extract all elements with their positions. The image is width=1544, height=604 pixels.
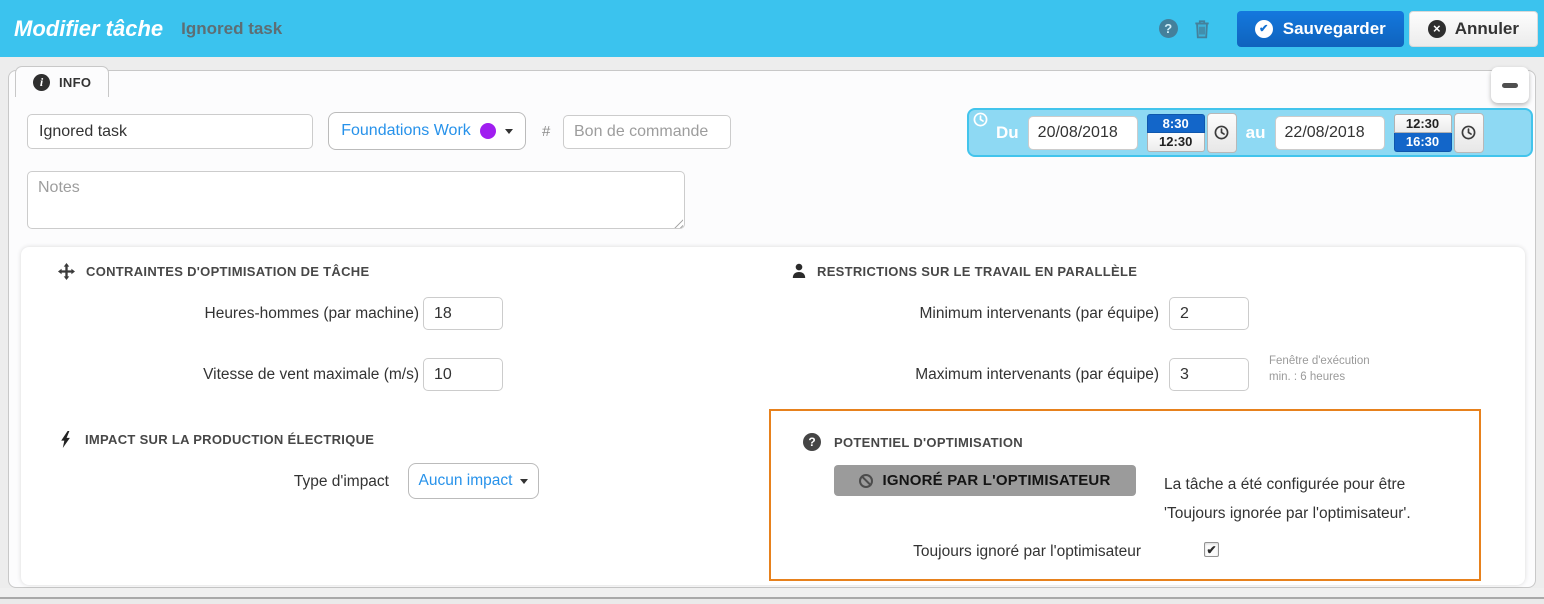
always-ignored-label: Toujours ignoré par l'optimisateur bbox=[821, 543, 1141, 561]
start-time-stack: 8:30 12:30 bbox=[1147, 114, 1205, 152]
order-number-hash: # bbox=[542, 123, 550, 140]
help-icon[interactable]: ? bbox=[1159, 19, 1178, 38]
impact-type-select-label: Aucun impact bbox=[419, 472, 513, 490]
chevron-down-icon bbox=[520, 479, 528, 484]
impact-type-select[interactable]: Aucun impact bbox=[408, 463, 539, 499]
chevron-down-icon bbox=[505, 129, 513, 134]
section-constraints-header: CONTRAINTES D'OPTIMISATION DE TÂCHE bbox=[58, 263, 369, 280]
execution-window-note-line2: min. : 6 heures bbox=[1269, 369, 1370, 385]
max-workers-input[interactable] bbox=[1169, 358, 1249, 391]
wind-speed-label: Vitesse de vent maximale (m/s) bbox=[101, 358, 419, 391]
footer-under bbox=[0, 599, 1544, 604]
person-icon bbox=[791, 263, 807, 279]
execution-window-note-line1: Fenêtre d'exécution bbox=[1269, 353, 1370, 369]
check-circle-icon: ✔ bbox=[1255, 20, 1273, 38]
tab-info-label: INFO bbox=[59, 75, 91, 90]
to-label: au bbox=[1246, 123, 1266, 143]
minimize-button[interactable] bbox=[1491, 67, 1529, 103]
tab-info[interactable]: i INFO bbox=[15, 66, 109, 97]
save-button[interactable]: ✔ Sauvegarder bbox=[1237, 11, 1404, 47]
start-time-end[interactable]: 12:30 bbox=[1147, 133, 1205, 152]
page-title: Modifier tâche bbox=[14, 16, 163, 42]
category-color-dot bbox=[480, 123, 496, 139]
lightning-icon bbox=[59, 431, 72, 448]
optimiser-description-line2: 'Toujours ignorée par l'optimisateur'. bbox=[1164, 499, 1411, 528]
end-time-stack: 12:30 16:30 bbox=[1394, 114, 1452, 152]
category-select-label: Foundations Work bbox=[341, 122, 471, 140]
ignored-by-optimiser-badge-label: IGNORÉ PAR L'OPTIMISATEUR bbox=[882, 472, 1110, 489]
start-time-group: 8:30 12:30 bbox=[1147, 113, 1237, 153]
cancel-button-label: Annuler bbox=[1455, 19, 1519, 39]
execution-window-note: Fenêtre d'exécution min. : 6 heures bbox=[1269, 353, 1370, 385]
order-number-input[interactable] bbox=[563, 115, 731, 149]
end-date-input[interactable] bbox=[1275, 116, 1385, 150]
optimiser-description: La tâche a été configurée pour être 'Tou… bbox=[1164, 470, 1411, 528]
date-range-widget: Du 8:30 12:30 au 12:30 16:30 bbox=[967, 108, 1533, 157]
end-time-begin[interactable]: 12:30 bbox=[1394, 114, 1452, 133]
min-workers-input[interactable] bbox=[1169, 297, 1249, 330]
clock-icon bbox=[973, 112, 988, 127]
info-icon: i bbox=[33, 74, 50, 91]
header-actions: ? ✔ Sauvegarder × Annuler bbox=[1159, 11, 1540, 47]
section-restrictions-header: RESTRICTIONS SUR LE TRAVAIL EN PARALLÈLE bbox=[791, 263, 1137, 279]
section-potential-title: POTENTIEL D'OPTIMISATION bbox=[834, 435, 1023, 450]
ignored-by-optimiser-badge: IGNORÉ PAR L'OPTIMISATEUR bbox=[834, 465, 1136, 496]
ban-icon bbox=[859, 474, 873, 488]
section-impact-header: IMPACT SUR LA PRODUCTION ÉLECTRIQUE bbox=[59, 431, 374, 448]
end-time-end[interactable]: 16:30 bbox=[1394, 133, 1452, 152]
start-time-begin[interactable]: 8:30 bbox=[1147, 114, 1205, 133]
start-date-input[interactable] bbox=[1028, 116, 1138, 150]
category-select[interactable]: Foundations Work bbox=[328, 112, 526, 150]
end-time-group: 12:30 16:30 bbox=[1394, 113, 1484, 153]
min-workers-label: Minimum intervenants (par équipe) bbox=[841, 297, 1159, 330]
end-time-picker-button[interactable] bbox=[1454, 113, 1484, 153]
always-ignored-checkbox[interactable]: ✔ bbox=[1204, 542, 1219, 557]
section-constraints-title: CONTRAINTES D'OPTIMISATION DE TÂCHE bbox=[86, 264, 369, 279]
max-workers-label: Maximum intervenants (par équipe) bbox=[841, 358, 1159, 391]
from-label: Du bbox=[996, 123, 1019, 143]
notes-textarea[interactable] bbox=[27, 171, 685, 229]
section-restrictions-title: RESTRICTIONS SUR LE TRAVAIL EN PARALLÈLE bbox=[817, 264, 1137, 279]
minus-icon bbox=[1502, 83, 1518, 88]
settings-panel: CONTRAINTES D'OPTIMISATION DE TÂCHE Heur… bbox=[21, 247, 1525, 585]
cancel-circle-icon: × bbox=[1428, 20, 1446, 38]
impact-type-label: Type d'impact bbox=[121, 464, 389, 499]
section-potential-header: ? POTENTIEL D'OPTIMISATION bbox=[803, 433, 1023, 451]
section-impact-title: IMPACT SUR LA PRODUCTION ÉLECTRIQUE bbox=[85, 432, 374, 447]
wind-speed-input[interactable] bbox=[423, 358, 503, 391]
man-hours-label: Heures-hommes (par machine) bbox=[101, 297, 419, 330]
task-name-subtitle: Ignored task bbox=[181, 19, 282, 39]
save-button-label: Sauvegarder bbox=[1283, 19, 1386, 39]
move-arrows-icon bbox=[58, 263, 75, 280]
optimiser-description-line1: La tâche a été configurée pour être bbox=[1164, 470, 1411, 499]
top-bar: Modifier tâche Ignored task ? ✔ Sauvegar… bbox=[0, 0, 1544, 57]
task-edit-card: i INFO Foundations Work # Du 8:30 12:30 … bbox=[8, 70, 1536, 588]
trash-icon[interactable] bbox=[1193, 19, 1211, 39]
man-hours-input[interactable] bbox=[423, 297, 503, 330]
question-circle-icon: ? bbox=[803, 433, 821, 451]
start-time-picker-button[interactable] bbox=[1207, 113, 1237, 153]
cancel-button[interactable]: × Annuler bbox=[1409, 11, 1538, 47]
task-name-input[interactable] bbox=[27, 114, 313, 149]
